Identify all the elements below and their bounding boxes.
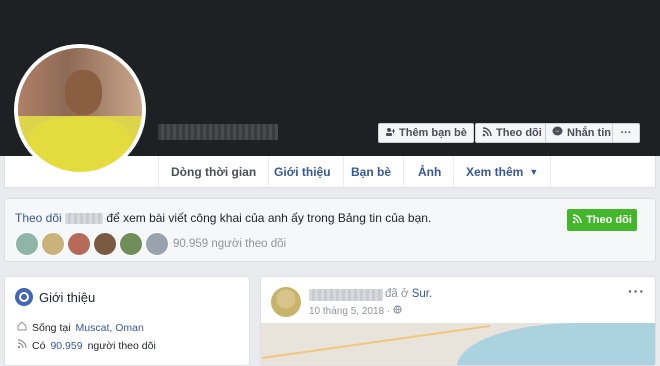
location-link[interactable]: Sur. [412, 288, 432, 300]
profile-name-blurred [158, 124, 278, 140]
follow-cover-button[interactable]: Theo dõi [475, 123, 549, 143]
tab-friends[interactable]: Bạn bè [339, 156, 405, 187]
followers-prefix: Có [32, 339, 46, 352]
post-timestamp[interactable]: 10 tháng 5, 2018 · [309, 305, 402, 317]
follow-cover-label: Theo dõi [496, 127, 542, 139]
more-icon: ··· [620, 127, 632, 139]
follow-suffix: để xem bài viết công khai của anh ấy tro… [106, 211, 432, 225]
follow-prefix[interactable]: Theo dõi [15, 211, 62, 225]
follower-avatar[interactable] [93, 232, 117, 256]
follower-avatar[interactable] [41, 232, 65, 256]
rss-icon [482, 126, 492, 140]
globe-icon [15, 288, 33, 306]
follow-button-label: Theo dõi [586, 214, 632, 226]
follower-avatar[interactable] [145, 232, 169, 256]
chevron-down-icon: ▼ [529, 166, 539, 177]
post-date: 10 tháng 5, 2018 · [309, 305, 391, 317]
follow-prompt-text: Theo dõi để xem bài viết công khai của a… [15, 211, 431, 225]
post-more-options[interactable]: ··· [628, 283, 645, 299]
lives-in-line: Sống tại Muscat, Oman [17, 321, 144, 334]
lives-prefix: Sống tại [32, 321, 71, 334]
location-prefix: đã ở [385, 288, 409, 300]
intro-title: Giới thiệu [39, 290, 96, 305]
rss-icon [572, 213, 582, 227]
message-button[interactable]: Nhắn tin [545, 123, 618, 143]
followers-count-link[interactable]: 90.959 [50, 340, 82, 352]
follow-button[interactable]: Theo dõi [567, 209, 637, 231]
tab-photos[interactable]: Ảnh [406, 156, 455, 187]
lives-place-link[interactable]: Muscat, Oman [76, 322, 144, 334]
add-friend-icon [385, 127, 396, 140]
tab-more-label: Xem thêm [466, 164, 524, 179]
intro-card: Giới thiệu Sống tại Muscat, Oman Có 90.9… [4, 276, 250, 366]
profile-picture[interactable] [14, 44, 146, 176]
follow-prompt-box: Theo dõi để xem bài viết công khai của a… [4, 198, 656, 262]
add-friend-label: Thêm bạn bè [399, 127, 467, 139]
follower-avatar[interactable] [67, 232, 91, 256]
follower-avatar[interactable] [119, 232, 143, 256]
messenger-icon [552, 126, 563, 140]
add-friend-button[interactable]: Thêm bạn bè [378, 123, 474, 143]
followers-suffix: người theo dõi [87, 339, 156, 352]
timeline-post: đã ở Sur. 10 tháng 5, 2018 · ··· [260, 276, 656, 366]
tab-timeline[interactable]: Dòng thời gian [158, 156, 270, 187]
post-author-name-blurred[interactable] [309, 289, 383, 301]
blurred-name [65, 213, 104, 225]
post-header-text: đã ở Sur. [385, 288, 432, 300]
message-label: Nhắn tin [567, 127, 611, 139]
follower-avatars [15, 232, 171, 256]
post-author-avatar[interactable] [271, 287, 301, 317]
privacy-globe-icon [393, 305, 402, 317]
tab-about[interactable]: Giới thiệu [262, 156, 344, 187]
rss-icon [17, 339, 27, 352]
home-icon [17, 321, 27, 334]
followers-line: Có 90.959 người theo dõi [17, 339, 156, 352]
follower-avatar[interactable] [15, 232, 39, 256]
more-options-button[interactable]: ··· [612, 123, 640, 143]
map-image[interactable] [261, 323, 655, 365]
followers-count: 90.959 người theo dõi [173, 238, 287, 250]
tab-more[interactable]: Xem thêm ▼ [454, 156, 552, 187]
